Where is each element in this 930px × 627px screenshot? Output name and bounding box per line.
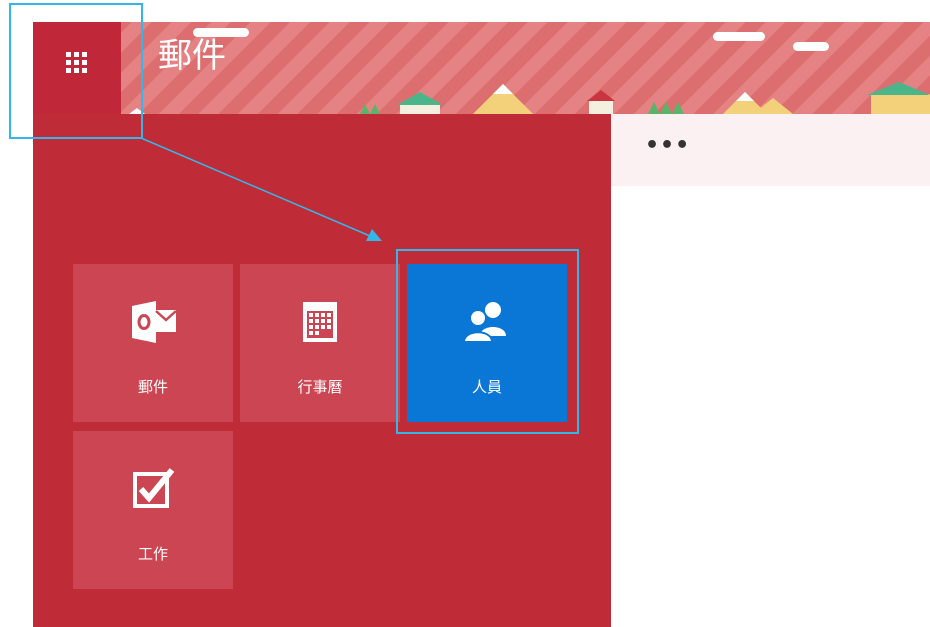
annotation-arrow	[140, 137, 382, 241]
